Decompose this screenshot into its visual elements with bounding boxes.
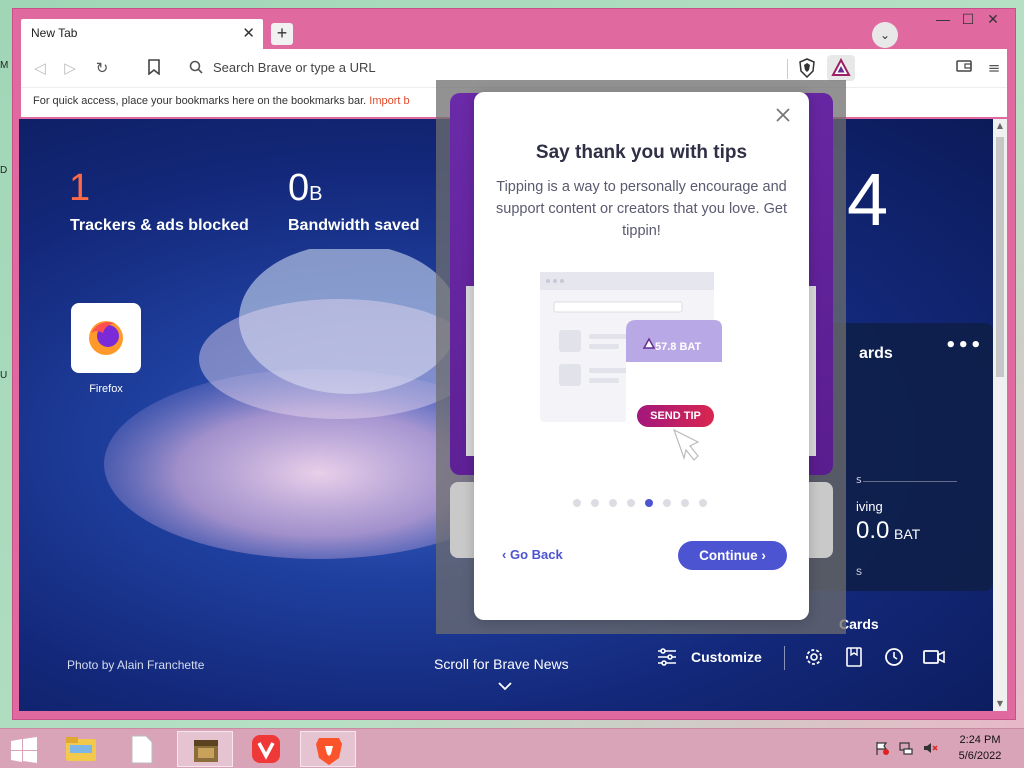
history-icon[interactable] [882, 645, 906, 669]
giving-currency: BAT [894, 526, 921, 542]
chevron-down-icon[interactable] [497, 679, 513, 695]
photo-credit[interactable]: Photo by Alain Franchette [67, 658, 204, 672]
firefox-icon [89, 321, 123, 355]
brave-news-prompt[interactable]: Scroll for Brave News [434, 656, 569, 672]
volume-muted-icon[interactable] [922, 740, 938, 756]
back-arrow-icon[interactable]: ◁ [31, 59, 49, 77]
document-icon [131, 735, 153, 764]
taskbar-vivaldi[interactable] [238, 731, 294, 767]
address-bar-placeholder: Search Brave or type a URL [213, 60, 376, 75]
onboarding-modal: Say thank you with tips Tipping is a way… [474, 92, 809, 620]
action-center-flag-icon[interactable] [874, 740, 890, 756]
taskbar-date[interactable]: 5/6/2022 [956, 750, 1004, 762]
bandwidth-saved-label: Bandwidth saved [288, 217, 420, 234]
bandwidth-saved-number: 0 [288, 167, 310, 209]
scroll-thumb[interactable] [996, 137, 1004, 377]
giving-amount: 0.0 [856, 517, 890, 544]
vivaldi-icon [252, 735, 280, 763]
desktop-icon-label: M [0, 60, 9, 71]
reload-icon[interactable]: ↻ [93, 59, 111, 77]
taskbar-document[interactable] [114, 731, 170, 767]
address-bar[interactable]: Search Brave or type a URL [181, 55, 791, 81]
taskbar-time[interactable]: 2:24 PM [956, 734, 1004, 746]
go-back-label: Go Back [509, 547, 563, 562]
bat-triangle-icon [831, 57, 851, 76]
customize-button[interactable]: Customize [691, 649, 762, 665]
bandwidth-saved-unit: B [309, 183, 323, 205]
network-icon[interactable] [898, 740, 914, 756]
new-tab-button[interactable]: + [271, 23, 293, 45]
wallet-icon[interactable] [955, 59, 973, 77]
illustration-bat-amount: 57.8 BAT [655, 341, 702, 353]
tab-search-chevron-icon[interactable]: ⌄ [872, 22, 898, 48]
go-back-button[interactable]: ‹ Go Back [502, 547, 563, 562]
trackers-blocked-label: Trackers & ads blocked [70, 217, 249, 234]
bookmarks-hint-text: For quick access, place your bookmarks h… [33, 95, 367, 107]
continue-button[interactable]: Continue › [678, 541, 787, 570]
desktop-icon-label: U [0, 370, 8, 381]
continue-label: Continue [699, 548, 758, 563]
step-dot[interactable] [681, 499, 689, 507]
footer-divider [784, 646, 785, 670]
brave-shields-icon[interactable] [797, 58, 817, 78]
modal-title: Say thank you with tips [535, 142, 748, 163]
clock: 4 [847, 158, 889, 241]
taskbar-brave[interactable] [300, 731, 356, 767]
trackers-blocked-count: 1 [69, 167, 91, 209]
page-scrollbar[interactable]: ▲ ▼ [993, 119, 1007, 711]
rewards-widget-title: ards [859, 345, 893, 362]
step-dot[interactable] [627, 499, 635, 507]
step-dot[interactable] [645, 499, 653, 507]
close-icon[interactable] [774, 106, 792, 124]
step-dot[interactable] [699, 499, 707, 507]
desktop-icon-label: D [0, 165, 8, 176]
modal-description: Tipping is a way to personally encourage… [496, 179, 787, 239]
tipping-illustration [540, 272, 722, 461]
taskbar-file-explorer[interactable] [54, 731, 110, 767]
brave-talk-video-icon[interactable] [922, 645, 946, 669]
top-site-label: Firefox [89, 383, 123, 395]
sliders-icon[interactable] [655, 645, 679, 669]
more-options-icon[interactable]: ••• [945, 335, 983, 356]
settings-gear-icon[interactable] [802, 645, 826, 669]
scroll-down-icon[interactable]: ▼ [995, 699, 1005, 708]
menu-icon[interactable]: ≡ [985, 59, 1003, 77]
monthly-giving-label: iving [856, 499, 883, 514]
toolbar-divider [787, 59, 788, 79]
rewards-label-fragment: s [856, 473, 862, 486]
search-icon [189, 60, 203, 74]
brave-rewards-button[interactable] [827, 55, 855, 81]
import-bookmarks-link[interactable]: Import b [369, 95, 409, 107]
scroll-up-icon[interactable]: ▲ [995, 121, 1005, 130]
bandwidth-saved-value: 0B [288, 167, 322, 210]
bookmarks-bar-hint: For quick access, place your bookmarks h… [33, 95, 410, 107]
top-site-tile-firefox[interactable] [71, 303, 141, 373]
step-dot[interactable] [609, 499, 617, 507]
windows-start-icon[interactable] [10, 737, 38, 763]
rewards-divider [863, 481, 957, 482]
tab-new-tab[interactable]: New Tab ✕ [21, 19, 263, 49]
illustration-send-tip-button: SEND TIP [637, 405, 714, 427]
step-dot[interactable] [591, 499, 599, 507]
bookmarks-icon[interactable] [842, 645, 866, 669]
step-dot[interactable] [663, 499, 671, 507]
archive-icon [194, 740, 218, 762]
taskbar: 2:24 PM 5/6/2022 [0, 728, 1024, 768]
tab-title: New Tab [31, 26, 78, 40]
forward-arrow-icon[interactable]: ▷ [61, 59, 79, 77]
step-indicator [573, 499, 713, 509]
taskbar-archive-app[interactable] [177, 731, 233, 767]
rewards-label-fragment-2: s [856, 564, 862, 578]
brave-lion-icon [316, 738, 342, 765]
step-dot[interactable] [573, 499, 581, 507]
title-bar: New Tab ✕ + ⌄ — ☐ ✕ [13, 9, 1015, 49]
folder-icon [66, 737, 96, 761]
tab-close-icon[interactable]: ✕ [242, 24, 255, 42]
bookmark-icon[interactable] [145, 59, 163, 77]
close-window-button[interactable]: ✕ [978, 11, 1008, 31]
